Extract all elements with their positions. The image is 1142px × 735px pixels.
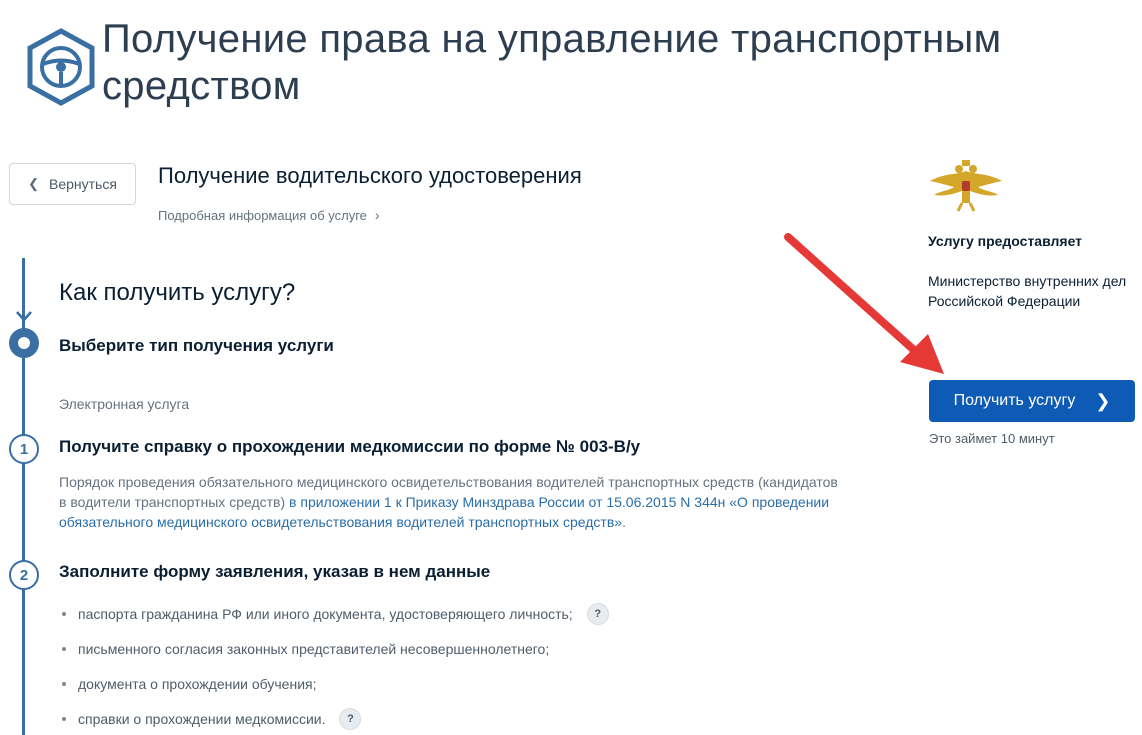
steering-wheel-icon (27, 28, 95, 106)
help-icon[interactable]: ? (586, 602, 609, 625)
get-service-button[interactable]: Получить услугу ❯ (929, 380, 1135, 422)
list-item-text: справки о прохождении медкомиссии. (78, 710, 326, 727)
how-to-title: Как получить услугу? (59, 279, 296, 306)
arrow-down-icon (16, 311, 32, 322)
provider-label: Услугу предоставляет (928, 233, 1083, 249)
step-1-title: Получите справку о прохождении медкомисс… (59, 437, 641, 456)
page-title: Получение права на управление транспортн… (102, 17, 1002, 108)
time-estimate: Это займет 10 минут (929, 431, 1055, 446)
service-details-link[interactable]: Подробная информация об услуге › (158, 207, 380, 223)
list-item-text: документа о прохождении обучения; (78, 675, 317, 692)
double-headed-eagle-icon (930, 160, 1002, 212)
step-active-marker (9, 328, 39, 358)
get-service-label: Получить услугу (953, 392, 1076, 409)
step-1-marker: 1 (9, 434, 39, 464)
list-item: письменного согласия законных представит… (59, 631, 609, 666)
chevron-right-icon: › (374, 207, 380, 223)
list-item: справки о прохождении медкомиссии.? (59, 701, 609, 735)
list-item: документа о прохождении обучения; (59, 666, 609, 701)
step-2-title: Заполните форму заявления, указав в нем … (59, 562, 491, 581)
provider-name: Министерство внутренних дел Российской Ф… (928, 273, 1127, 309)
list-item-text: паспорта гражданина РФ или иного докумен… (78, 605, 573, 622)
chevron-left-icon: ❮ (28, 176, 39, 191)
step-1-end: . (622, 514, 626, 530)
help-icon[interactable]: ? (339, 707, 362, 730)
required-data-list: паспорта гражданина РФ или иного докумен… (59, 596, 609, 735)
list-item: паспорта гражданина РФ или иного докумен… (59, 596, 609, 631)
service-details-label: Подробная информация об услуге (158, 207, 367, 223)
step-1-description: Порядок проведения обязательного медицин… (59, 472, 839, 532)
back-button[interactable]: ❮ Вернуться (9, 163, 136, 205)
service-type-option[interactable]: Электронная услуга (59, 396, 189, 412)
list-item-text: письменного согласия законных представит… (78, 640, 550, 657)
service-title: Получение водительского удостоверения (158, 163, 582, 188)
chevron-right-icon: ❯ (1095, 390, 1111, 411)
step-2-marker: 2 (9, 560, 39, 590)
back-button-label: Вернуться (48, 176, 117, 192)
step-0-title: Выберите тип получения услуги (59, 336, 334, 355)
